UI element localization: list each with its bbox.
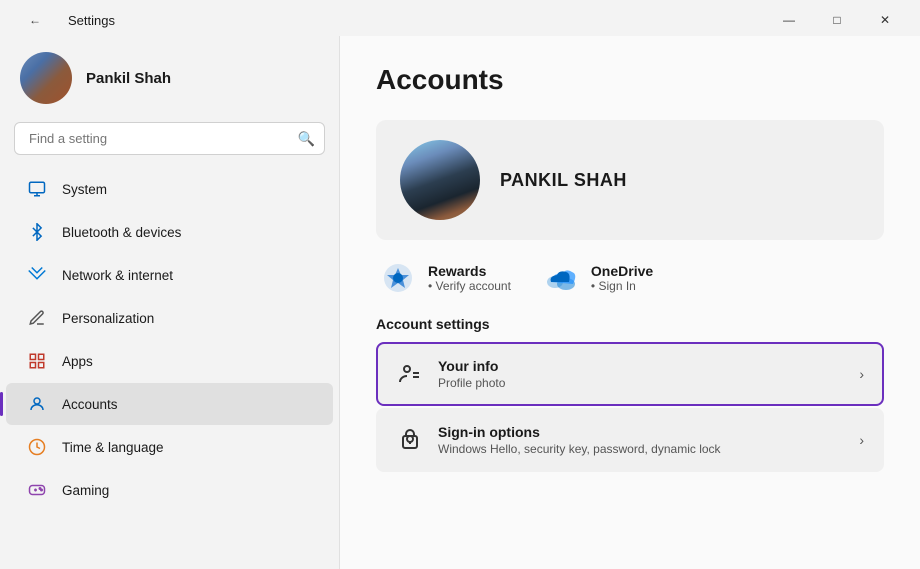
search-icon: 🔍 [298,130,315,147]
sidebar-item-gaming[interactable]: Gaming [6,469,333,511]
sidebar-item-network[interactable]: Network & internet [6,254,333,296]
sidebar-item-network-label: Network & internet [62,268,173,283]
sidebar-item-gaming-label: Gaming [62,483,109,498]
account-avatar [400,140,480,220]
account-name: PANKIL SHAH [500,170,627,191]
search-input[interactable] [14,122,325,155]
account-services: Rewards Verify account OneDrive Sign In [376,260,884,296]
app-body: Pankil Shah 🔍 System Bluetooth & devices [0,36,920,569]
sidebar-item-time-label: Time & language [62,440,164,455]
your-info-icon [396,360,424,388]
account-settings-label: Account settings [376,316,884,332]
onedrive-name: OneDrive [591,263,653,279]
minimize-button[interactable]: — [766,6,812,34]
sidebar-item-apps[interactable]: Apps [6,340,333,382]
sign-in-icon [396,426,424,454]
service-item-onedrive[interactable]: OneDrive Sign In [543,260,653,296]
sidebar-search: 🔍 [14,122,325,155]
system-icon [26,178,48,200]
account-avatar-image [400,140,480,220]
rewards-icon [380,260,416,296]
settings-item-your-info-left: Your info Profile photo [396,358,505,390]
your-info-title: Your info [438,358,505,374]
settings-item-your-info-info: Your info Profile photo [438,358,505,390]
time-icon [26,436,48,458]
onedrive-icon [543,260,579,296]
sidebar-avatar [20,52,72,104]
apps-icon [26,350,48,372]
sidebar-item-apps-label: Apps [62,354,93,369]
sidebar-item-time[interactable]: Time & language [6,426,333,468]
settings-list: Your info Profile photo › [376,342,884,472]
sidebar-item-personalization[interactable]: Personalization [6,297,333,339]
sidebar: Pankil Shah 🔍 System Bluetooth & devices [0,36,340,569]
titlebar-controls: — □ ✕ [766,6,908,34]
account-card: PANKIL SHAH [376,120,884,240]
main-content: Accounts PANKIL SHAH Rewards [340,36,920,569]
sidebar-item-accounts-label: Accounts [62,397,118,412]
sidebar-item-system[interactable]: System [6,168,333,210]
onedrive-sub: Sign In [591,279,653,293]
settings-item-sign-in-info: Sign-in options Windows Hello, security … [438,424,721,456]
your-info-chevron: › [859,366,864,382]
sidebar-avatar-image [20,52,72,104]
titlebar: ← Settings — □ ✕ [0,0,920,36]
gaming-icon [26,479,48,501]
titlebar-title: Settings [68,13,115,28]
sidebar-item-bluetooth-label: Bluetooth & devices [62,225,181,240]
page-title: Accounts [376,64,884,96]
sign-in-sub: Windows Hello, security key, password, d… [438,442,721,456]
close-button[interactable]: ✕ [862,6,908,34]
settings-item-your-info[interactable]: Your info Profile photo › [376,342,884,406]
accounts-icon [26,393,48,415]
your-info-sub: Profile photo [438,376,505,390]
sign-in-chevron: › [859,432,864,448]
network-icon [26,264,48,286]
personalization-icon [26,307,48,329]
bluetooth-icon [26,221,48,243]
sidebar-item-system-label: System [62,182,107,197]
back-button[interactable]: ← [12,6,58,34]
sidebar-item-accounts[interactable]: Accounts [6,383,333,425]
sidebar-item-bluetooth[interactable]: Bluetooth & devices [6,211,333,253]
rewards-sub: Verify account [428,279,511,293]
service-info-rewards: Rewards Verify account [428,263,511,293]
settings-item-sign-in-left: Sign-in options Windows Hello, security … [396,424,721,456]
nav-list: System Bluetooth & devices Network & int… [0,167,339,569]
titlebar-left: ← Settings [12,6,115,34]
sidebar-username: Pankil Shah [86,70,171,87]
service-info-onedrive: OneDrive Sign In [591,263,653,293]
sidebar-item-personalization-label: Personalization [62,311,154,326]
rewards-name: Rewards [428,263,511,279]
sign-in-title: Sign-in options [438,424,721,440]
settings-item-sign-in[interactable]: Sign-in options Windows Hello, security … [376,408,884,472]
maximize-button[interactable]: □ [814,6,860,34]
sidebar-user[interactable]: Pankil Shah [0,36,339,122]
service-item-rewards[interactable]: Rewards Verify account [380,260,511,296]
